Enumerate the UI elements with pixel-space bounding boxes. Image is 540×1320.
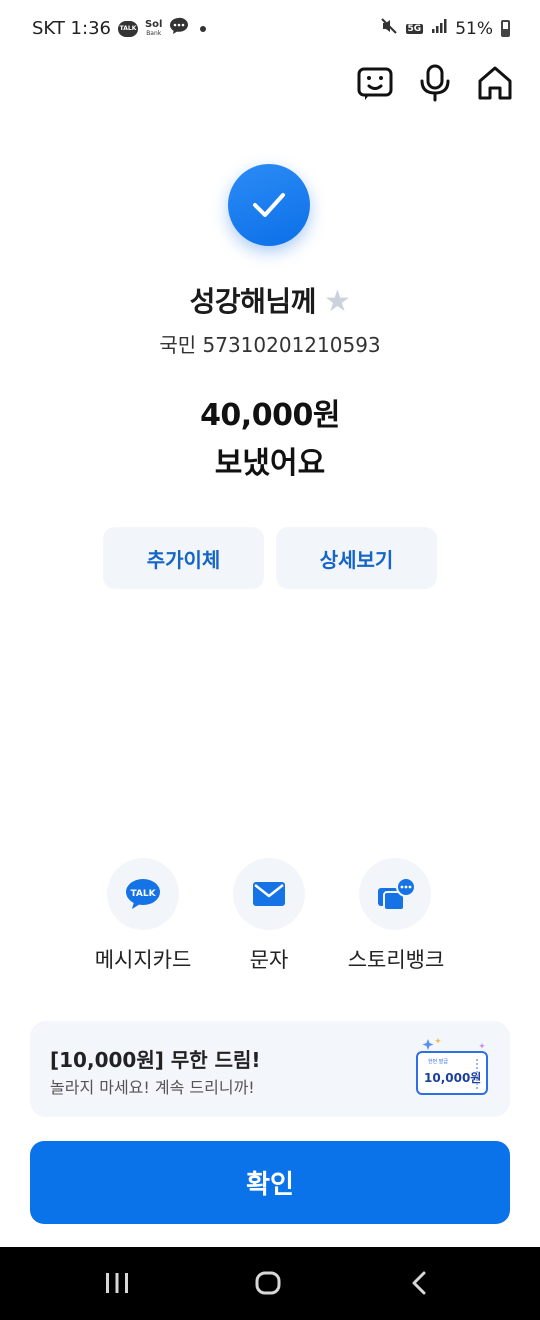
coupon-body: 한번 발급 10,000원 — [416, 1051, 488, 1095]
sol-sub: Bank — [146, 29, 162, 37]
story-bank-share-button[interactable] — [359, 858, 431, 930]
kakaotalk-icon: TALK — [126, 879, 160, 909]
details-button[interactable]: 상세보기 — [276, 527, 437, 589]
status-bar: SKT 1:36 TALK Sol Bank 5G 51% — [0, 0, 540, 58]
sol-bank-icon: Sol Bank — [144, 18, 163, 38]
back-icon[interactable] — [410, 1271, 428, 1295]
battery-icon — [501, 20, 510, 37]
sms-label: 문자 — [249, 948, 289, 972]
promo-banner[interactable]: [10,000원] 무한 드림! 놀라지 마세요! 계속 드리니까! 한번 발급… — [30, 1021, 510, 1117]
network-5g-badge: 5G — [405, 23, 424, 34]
status-left: SKT 1:36 TALK Sol Bank — [32, 17, 207, 40]
recent-apps-icon[interactable] — [105, 1272, 129, 1294]
sol-brand: Sol — [144, 18, 163, 30]
battery-level: 51% — [455, 18, 493, 39]
system-nav-bar — [0, 1247, 540, 1320]
story-bank-label: 스토리뱅크 — [347, 948, 445, 972]
transfer-complete-screen: SKT 1:36 TALK Sol Bank 5G 51% 성강해님께 ★ 국민… — [0, 0, 540, 1320]
promo-title: [10,000원] 무한 드림! — [50, 1048, 261, 1072]
recipient-row: 성강해님께 ★ — [0, 280, 540, 320]
chatbot-icon[interactable] — [356, 64, 394, 102]
recipient-name: 성강해님께 — [189, 285, 317, 318]
story-bank-icon — [378, 878, 416, 911]
message-card-label: 메시지카드 — [94, 948, 192, 972]
chat-icon — [169, 17, 189, 40]
favorite-star-icon[interactable]: ★ — [324, 284, 351, 319]
signal-icon — [431, 18, 447, 39]
carrier-time: SKT 1:36 — [32, 18, 111, 39]
sms-share-button[interactable] — [233, 858, 305, 930]
home-button-icon[interactable] — [255, 1271, 281, 1295]
message-card-share-button[interactable]: TALK — [107, 858, 179, 930]
coupon-caption: 한번 발급 — [428, 1059, 448, 1065]
additional-transfer-button[interactable]: 추가이체 — [103, 527, 264, 589]
coupon-perforation — [476, 1059, 478, 1089]
envelope-icon — [253, 882, 285, 906]
status-right: 5G 51% — [380, 17, 510, 40]
coupon-image: 한번 발급 10,000원 — [416, 1038, 490, 1097]
notification-dot-icon — [200, 25, 207, 32]
kakaotalk-icon-text: TALK — [130, 889, 156, 899]
transfer-amount: 40,000원 — [200, 398, 340, 433]
coupon-value: 10,000원 — [424, 1071, 482, 1085]
success-check-icon — [228, 164, 310, 246]
promo-subtitle: 놀라지 마세요! 계속 드리니까! — [50, 1078, 255, 1097]
confirm-button[interactable]: 확인 — [30, 1141, 510, 1224]
talk-icon: TALK — [117, 20, 138, 37]
transfer-status: 보냈어요 — [214, 446, 326, 481]
microphone-icon[interactable] — [416, 64, 454, 102]
recipient-account: 국민 57310201210593 — [159, 333, 381, 357]
mute-icon — [380, 17, 398, 40]
home-icon[interactable] — [476, 64, 514, 102]
